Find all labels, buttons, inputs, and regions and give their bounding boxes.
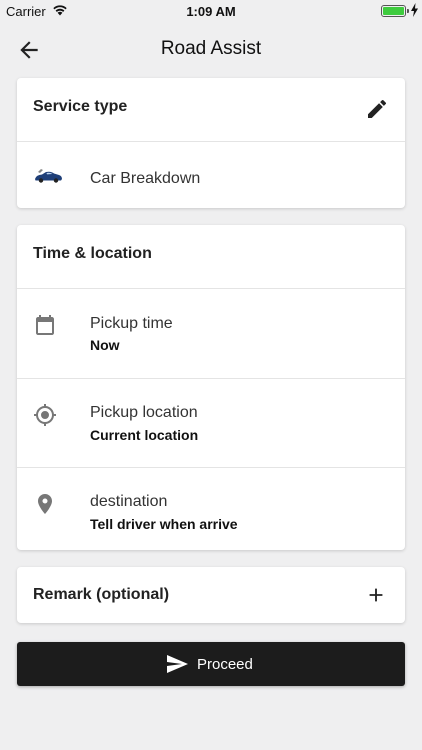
pencil-icon[interactable] [365,97,389,121]
proceed-button[interactable]: Proceed [17,642,405,686]
nav-bar: Road Assist [0,22,422,76]
charging-bolt-icon [411,3,418,17]
status-bar: Carrier 1:09 AM [0,0,422,22]
clock: 1:09 AM [186,4,236,19]
car-icon [35,169,62,183]
destination-row[interactable]: destination Tell driver when arrive [17,468,405,550]
pickup-time-row[interactable]: Pickup time Now [17,289,405,379]
proceed-label: Proceed [197,656,253,673]
plus-icon[interactable] [365,584,387,606]
remark-title: Remark (optional) [33,586,170,603]
battery-tip [407,9,409,13]
pickup-location-row[interactable]: Pickup location Current location [17,379,405,468]
crosshair-location-icon [34,404,56,426]
pickup-location-value: Current location [90,427,199,443]
destination-label: destination [90,493,168,510]
remark-card[interactable]: Remark (optional) [17,567,405,623]
time-location-header: Time & location [17,225,405,289]
send-icon [167,655,188,673]
page-title: Road Assist [160,38,262,59]
calendar-icon [36,315,54,335]
time-location-card: Time & location Pickup time Now Pickup l… [17,225,405,550]
service-type-label: Car Breakdown [90,170,201,187]
service-type-header: Service type [17,78,405,142]
map-pin-icon [38,494,52,514]
pickup-time-value: Now [90,337,120,353]
pickup-time-label: Pickup time [90,315,173,332]
service-type-title: Service type [33,98,128,115]
service-type-item[interactable]: Car Breakdown [17,142,405,207]
time-location-title: Time & location [33,245,152,262]
destination-value: Tell driver when arrive [90,516,238,532]
service-type-card: Service type Car Breakdown [17,78,405,208]
battery-icon [381,5,406,17]
pickup-location-label: Pickup location [90,404,198,421]
